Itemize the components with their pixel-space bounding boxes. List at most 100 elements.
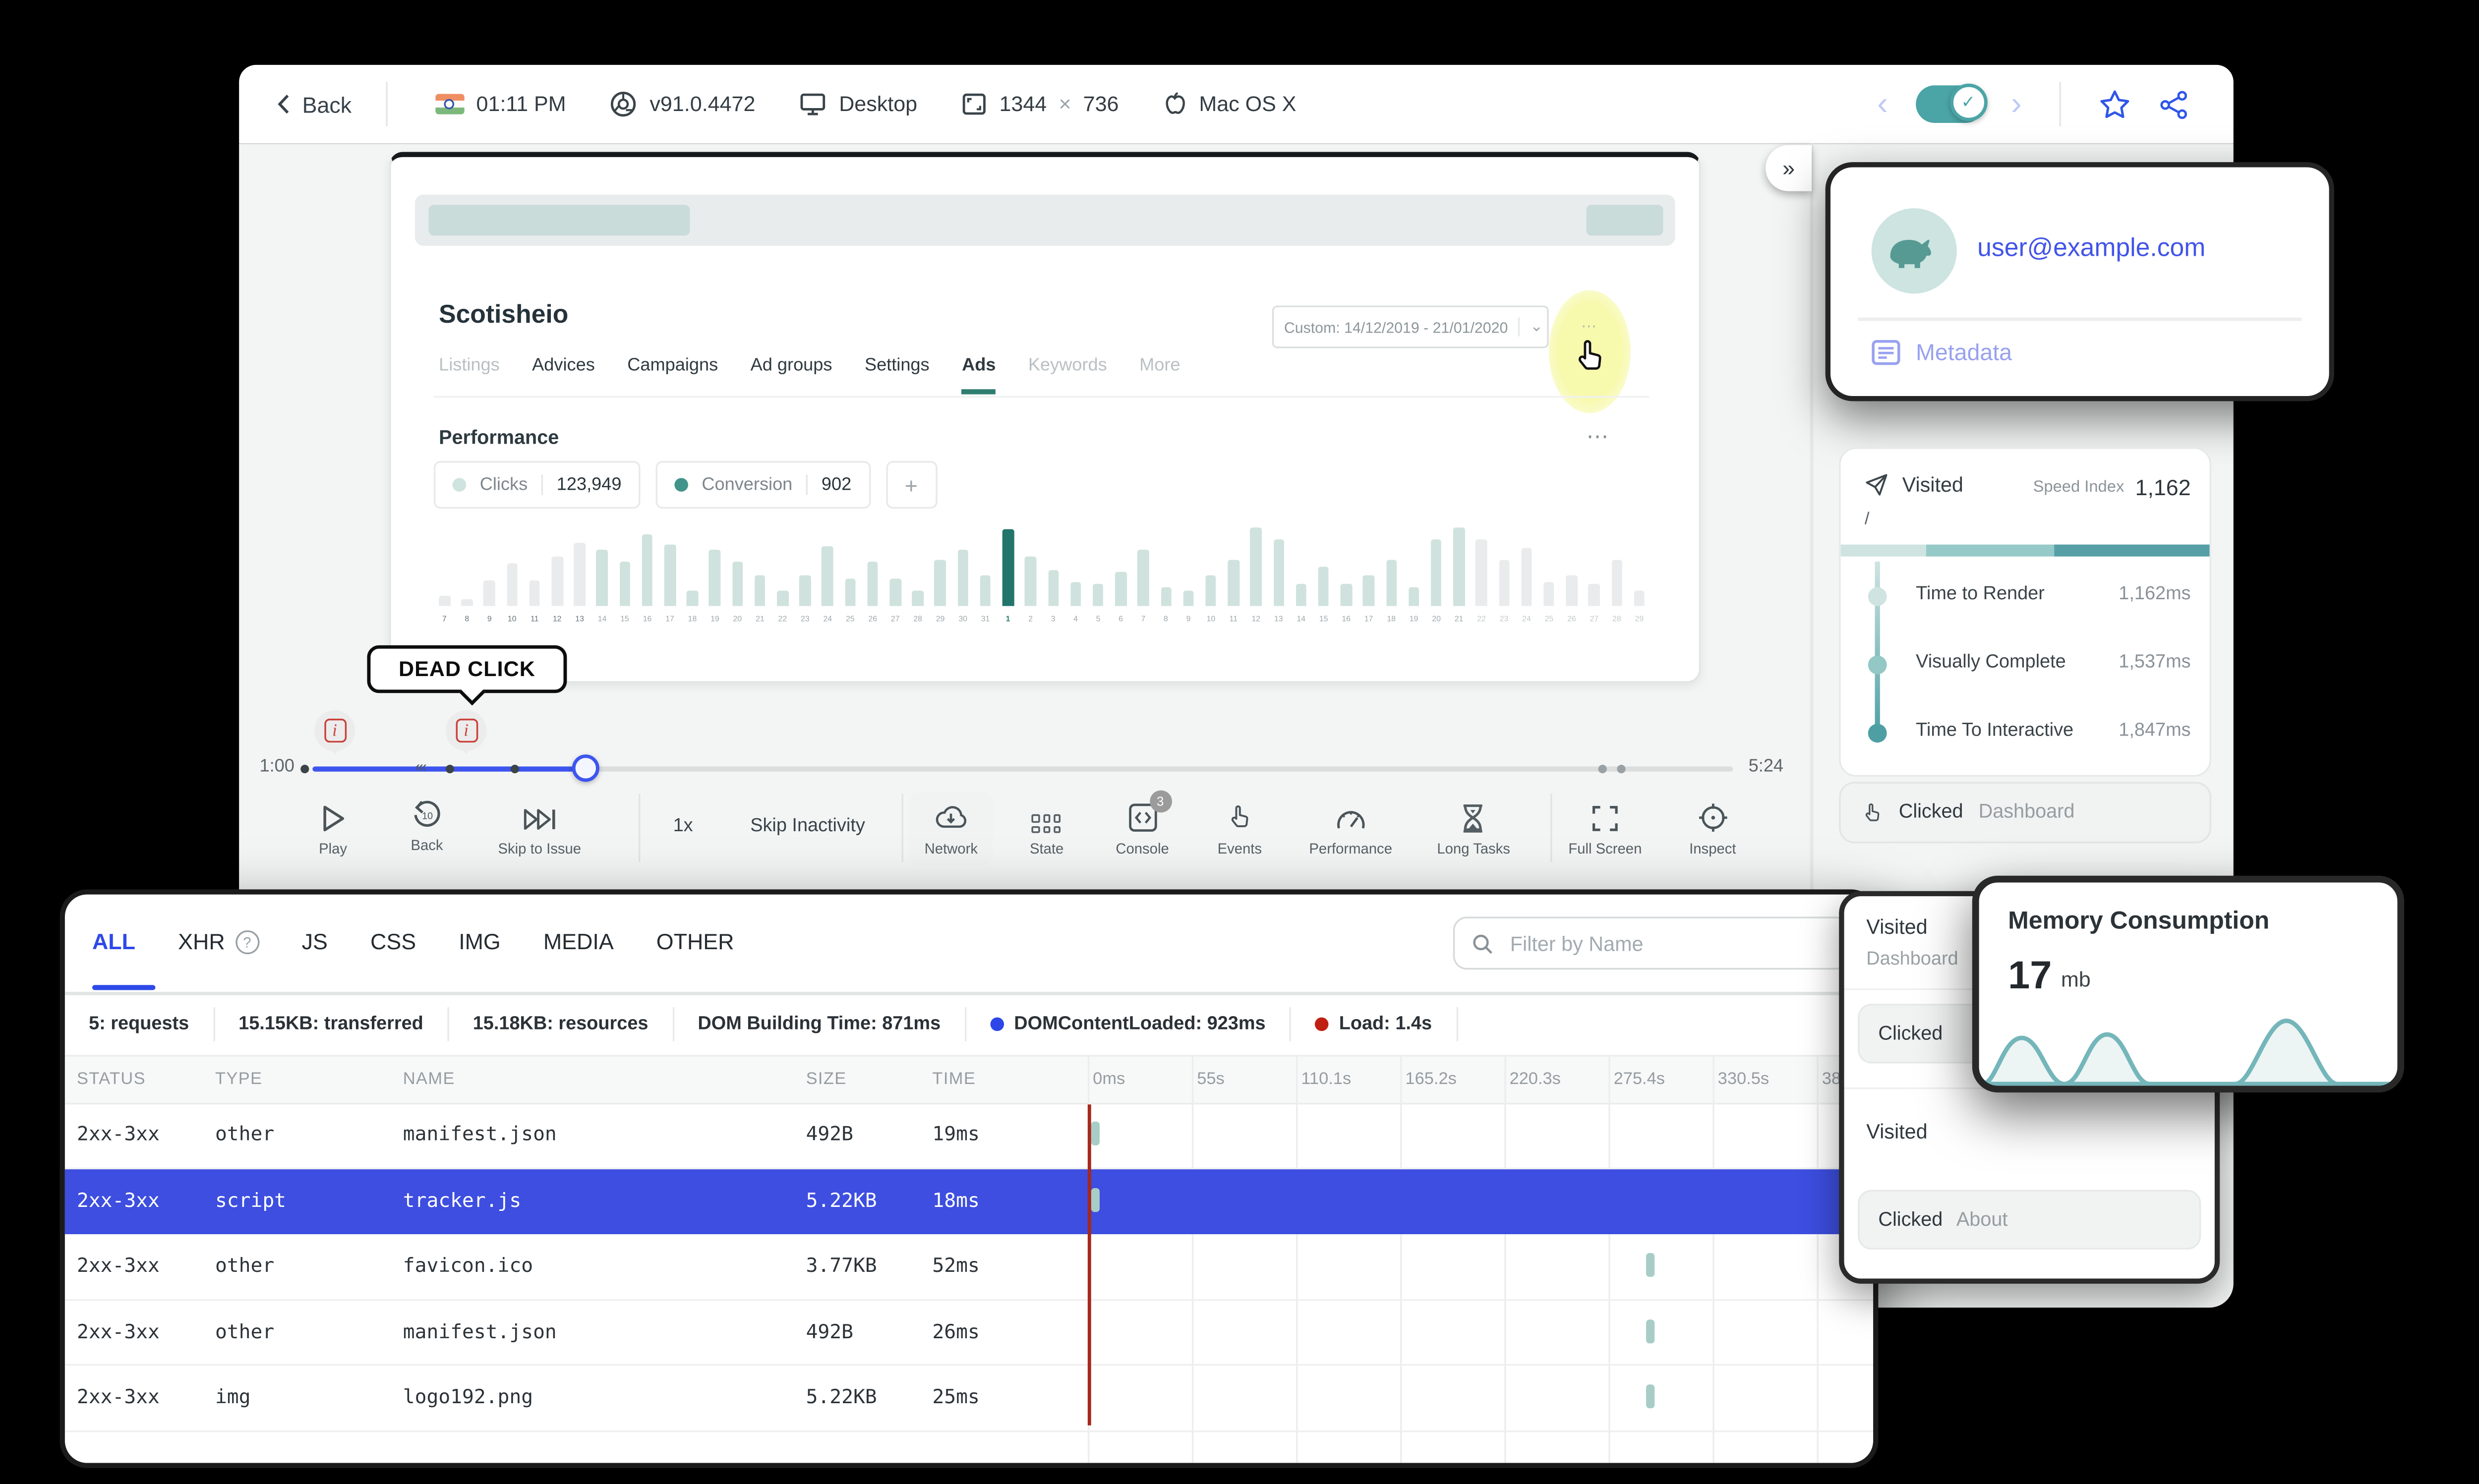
- site-tab-settings[interactable]: Settings: [865, 355, 930, 394]
- date-range-select[interactable]: Custom: 14/12/2019 - 21/01/2020 ⌄: [1272, 305, 1549, 348]
- network-table-header: STATUS TYPE NAME SIZE TIME 0ms 55s 110.1s 165.2s…: [64, 1056, 1874, 1105]
- performance-panel-button[interactable]: Performance: [1309, 802, 1392, 857]
- favorite-star-icon[interactable]: [2099, 88, 2131, 120]
- back-10s-button[interactable]: 10 Back: [411, 799, 443, 854]
- share-icon[interactable]: [2158, 88, 2189, 120]
- site-tab-ad-groups[interactable]: Ad groups: [751, 355, 832, 394]
- issue-marker-pin[interactable]: i: [314, 710, 355, 755]
- play-button[interactable]: Play: [319, 802, 347, 857]
- chart-x-label: 24: [823, 614, 832, 624]
- tab-label: MEDIA: [543, 928, 614, 955]
- issue-marker-pin[interactable]: i: [445, 710, 487, 755]
- chart-x-label: 31: [981, 614, 990, 624]
- chart-bar: [1634, 590, 1645, 606]
- network-request-row[interactable]: 2xx-3xx other manifest.json 492B 19ms: [64, 1103, 1874, 1169]
- site-tab-campaigns[interactable]: Campaigns: [627, 355, 718, 394]
- chart-x-label: 27: [890, 614, 900, 624]
- skeleton-action-block: [1586, 205, 1663, 236]
- network-tab-js[interactable]: JS: [302, 929, 328, 955]
- tabs-underline-track: [433, 395, 1650, 398]
- clicked-dashboard-event[interactable]: Clicked Dashboard: [1839, 782, 2211, 844]
- visited-event-card[interactable]: Visited Speed Index 1,162 / Time to Rend…: [1839, 447, 2211, 777]
- site-tab-listings[interactable]: Listings: [439, 355, 500, 394]
- chart-x-label: 30: [958, 614, 967, 624]
- chart-bar: [732, 561, 743, 606]
- timeline-event-dot[interactable]: [1598, 764, 1607, 774]
- state-panel-button[interactable]: State: [1030, 802, 1063, 857]
- network-panel-button[interactable]: Network: [909, 792, 994, 866]
- chart-bar: [1318, 567, 1329, 606]
- performance-bar-chart: 7 8 9 10 11 12 13 14 15 16 17 18 19 20 21 22 23 24 25 26 27 2…: [434, 520, 1652, 623]
- metadata-button[interactable]: Metadata: [1872, 340, 2012, 365]
- skip-to-issue-button[interactable]: Skip to Issue: [498, 802, 581, 857]
- prev-session-button[interactable]: ‹: [1877, 88, 1888, 120]
- network-tab-css[interactable]: CSS: [370, 929, 416, 955]
- column-header-time[interactable]: TIME: [932, 1070, 976, 1088]
- site-tab-more[interactable]: More: [1139, 355, 1180, 394]
- card-more-icon[interactable]: ⋯: [1586, 423, 1610, 451]
- site-tab-ads[interactable]: Ads: [962, 355, 996, 395]
- speed-button[interactable]: 1x: [673, 816, 693, 836]
- help-icon[interactable]: ?: [235, 929, 259, 954]
- network-request-row[interactable]: 2xx-3xx other favicon.ico 3.77KB 52ms: [64, 1235, 1874, 1301]
- site-tab-advices[interactable]: Advices: [532, 355, 595, 394]
- event-type[interactable]: Visited: [1866, 1120, 1927, 1143]
- chart-bar: [1160, 586, 1172, 606]
- stat-text: DOM Building Time: 871ms: [698, 1014, 941, 1035]
- autoplay-toggle[interactable]: ✓: [1915, 83, 1987, 123]
- tab-label: JS: [301, 928, 328, 955]
- network-tab-img[interactable]: IMG: [459, 929, 501, 955]
- network-tab-other[interactable]: OTHER: [656, 929, 734, 955]
- rhino-icon: [1890, 239, 1931, 268]
- chart-x-label: 21: [1454, 614, 1464, 624]
- date-range-value: Custom: 14/12/2019 - 21/01/2020: [1284, 318, 1508, 336]
- memory-consumption-card: Memory Consumption 17 mb: [1972, 875, 2405, 1093]
- divider: [1858, 317, 2302, 320]
- inspect-button[interactable]: Inspect: [1689, 802, 1736, 857]
- metric-conversion[interactable]: Conversion 902: [655, 460, 871, 509]
- events-panel-button[interactable]: Events: [1218, 802, 1262, 857]
- collapse-sidebar-button[interactable]: »: [1766, 145, 1812, 191]
- chart-bar: [1250, 527, 1262, 606]
- network-request-row[interactable]: 2xx-3xx script tracker.js 5.22KB 18ms: [64, 1168, 1874, 1235]
- long-tasks-panel-button[interactable]: Long Tasks: [1437, 802, 1510, 857]
- timeline-event-dot[interactable]: [510, 764, 519, 774]
- network-tab-media[interactable]: MEDIA: [543, 929, 614, 955]
- chart-bar: [484, 580, 495, 606]
- cell-type: script: [215, 1187, 287, 1211]
- column-header-size[interactable]: SIZE: [806, 1070, 847, 1088]
- divider: [2059, 82, 2061, 126]
- metric-clicks[interactable]: Clicks 123,949: [433, 460, 641, 509]
- skip-inactivity-button[interactable]: Skip Inactivity: [750, 816, 865, 836]
- user-email[interactable]: user@example.com: [1977, 234, 2205, 263]
- add-metric-button[interactable]: +: [885, 460, 937, 509]
- timeline-event-dot[interactable]: [300, 764, 309, 774]
- timeline-playhead[interactable]: [572, 754, 599, 782]
- column-header-name[interactable]: NAME: [403, 1070, 455, 1088]
- network-tab-xhr[interactable]: XHR?: [178, 929, 259, 954]
- network-tab-all[interactable]: ALL: [92, 929, 135, 955]
- network-request-row[interactable]: 2xx-3xx img logo192.png 5.22KB 25ms: [64, 1366, 1874, 1432]
- back-button[interactable]: Back: [239, 91, 386, 117]
- column-header-type[interactable]: TYPE: [215, 1070, 262, 1088]
- next-session-button[interactable]: ›: [2011, 88, 2022, 120]
- timeline-event-dot[interactable]: [445, 764, 455, 774]
- site-tab-keywords[interactable]: Keywords: [1028, 355, 1107, 394]
- timeline-track[interactable]: [586, 766, 1733, 772]
- network-request-row[interactable]: 2xx-3xx other manifest.json 492B 26ms: [64, 1301, 1874, 1367]
- cell-status: 2xx-3xx: [76, 1253, 160, 1277]
- clicked-about-event[interactable]: Clicked About: [1858, 1190, 2201, 1250]
- event-type[interactable]: Visited: [1866, 915, 1927, 939]
- divider: [901, 794, 903, 862]
- column-header-status[interactable]: STATUS: [77, 1070, 146, 1088]
- country-flag-icon: [435, 94, 465, 114]
- waterfall-bar: [1091, 1187, 1100, 1211]
- console-panel-button[interactable]: 3 Console: [1116, 790, 1172, 857]
- chart-bar: [844, 577, 856, 606]
- visited-label: Visited: [1902, 472, 1963, 497]
- full-screen-button[interactable]: Full Screen: [1568, 802, 1642, 857]
- timeline-event-dot[interactable]: [1617, 764, 1626, 774]
- filter-search[interactable]: [1453, 916, 1849, 970]
- chart-x-label: 18: [688, 614, 697, 624]
- filter-input[interactable]: [1506, 929, 1830, 957]
